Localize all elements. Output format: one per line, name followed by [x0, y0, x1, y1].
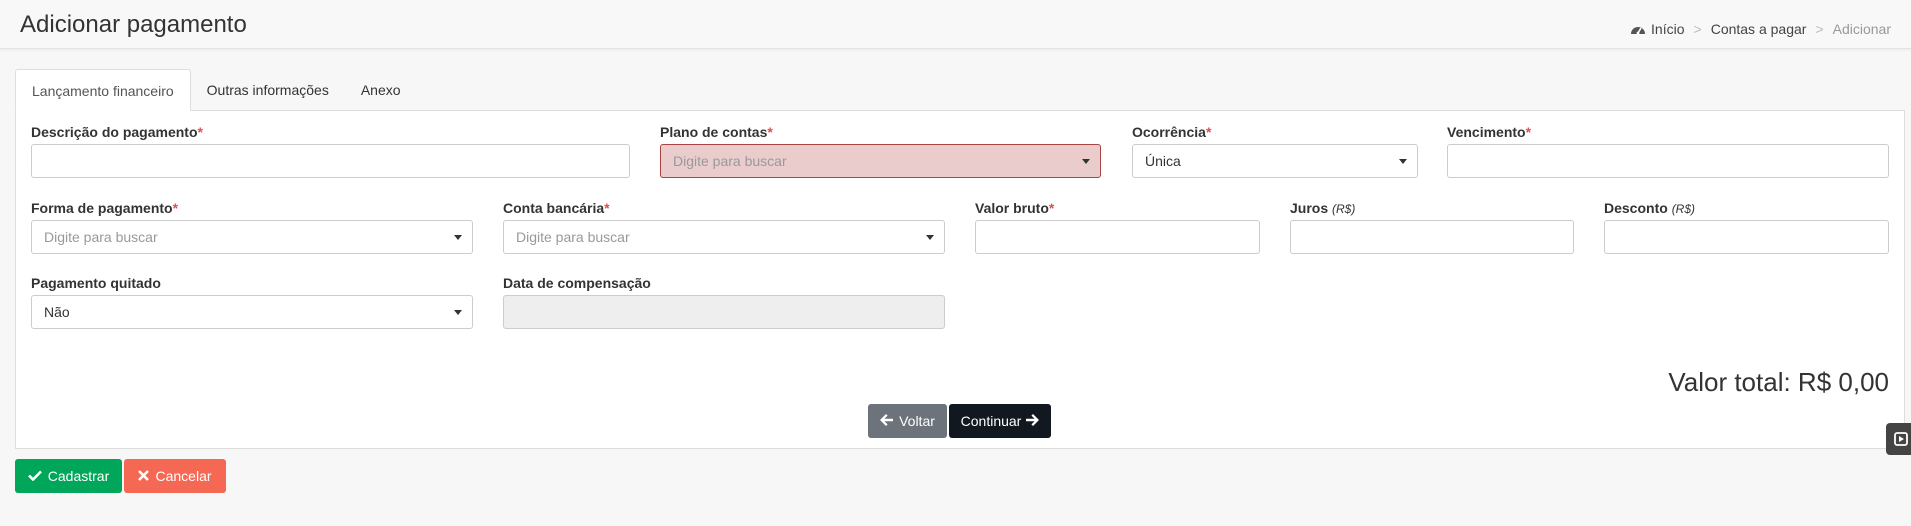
quitado-value: Não — [44, 304, 70, 320]
chevron-down-icon — [1399, 159, 1407, 164]
valor-bruto-group: Valor bruto* — [975, 199, 1260, 254]
form-tabs: Lançamento financeiro Outras informações… — [15, 69, 417, 111]
plano-placeholder: Digite para buscar — [673, 153, 787, 169]
descricao-label: Descrição do pagamento* — [31, 124, 203, 140]
descricao-group: Descrição do pagamento* — [31, 123, 630, 178]
vencimento-input[interactable] — [1447, 144, 1889, 178]
breadcrumb-separator: > — [1693, 21, 1702, 37]
vencimento-group: Vencimento* — [1447, 123, 1889, 178]
breadcrumb-current: Adicionar — [1832, 21, 1891, 37]
conta-group: Conta bancária* Digite para buscar — [503, 199, 945, 254]
voltar-button[interactable]: Voltar — [868, 404, 947, 438]
quitado-group: Pagamento quitado Não — [31, 274, 473, 329]
vencimento-label: Vencimento* — [1447, 124, 1532, 140]
quitado-label: Pagamento quitado — [31, 275, 161, 291]
chevron-down-icon — [926, 235, 934, 240]
conta-placeholder: Digite para buscar — [516, 229, 630, 245]
chevron-down-icon — [1082, 159, 1090, 164]
cancelar-button[interactable]: Cancelar — [124, 459, 226, 493]
forma-de-pagamento-select[interactable]: Digite para buscar — [31, 220, 473, 254]
desconto-label: Desconto (R$) — [1604, 200, 1696, 216]
valor-bruto-label: Valor bruto* — [975, 200, 1055, 216]
page-header: Adicionar pagamento Início > Contas a pa… — [0, 0, 1911, 49]
plano-label: Plano de contas* — [660, 124, 773, 140]
breadcrumb-separator: > — [1815, 21, 1824, 37]
compensacao-group: Data de compensação — [503, 274, 945, 329]
tab-outras-informacoes[interactable]: Outras informações — [191, 69, 345, 111]
breadcrumb: Início > Contas a pagar > Adicionar — [1630, 21, 1891, 37]
pagamento-quitado-select[interactable]: Não — [31, 295, 473, 329]
ocorrencia-value: Única — [1145, 153, 1181, 169]
play-square-icon — [1894, 432, 1908, 446]
cadastrar-label: Cadastrar — [47, 468, 110, 484]
conta-label: Conta bancária* — [503, 200, 610, 216]
data-compensacao-input — [503, 295, 945, 329]
valor-bruto-input[interactable] — [975, 220, 1260, 254]
cadastrar-button[interactable]: Cadastrar — [15, 459, 122, 493]
forma-label: Forma de pagamento* — [31, 200, 179, 216]
dashboard-icon — [1631, 27, 1646, 35]
page-title: Adicionar pagamento — [20, 11, 247, 38]
ocorrencia-label: Ocorrência* — [1132, 124, 1212, 140]
plano-group: Plano de contas* Digite para buscar — [660, 123, 1101, 178]
breadcrumb-home-link[interactable]: Início — [1651, 21, 1684, 37]
ocorrencia-select[interactable]: Única — [1132, 144, 1418, 178]
check-icon — [27, 468, 42, 484]
chevron-down-icon — [454, 310, 462, 315]
chevron-down-icon — [454, 235, 462, 240]
side-panel-toggle[interactable] — [1886, 423, 1911, 455]
forma-placeholder: Digite para buscar — [44, 229, 158, 245]
tab-anexo[interactable]: Anexo — [345, 69, 417, 111]
continuar-button[interactable]: Continuar — [949, 404, 1051, 438]
valor-total: Valor total: R$ 0,00 — [1668, 367, 1889, 397]
compensacao-label: Data de compensação — [503, 275, 651, 291]
voltar-label: Voltar — [899, 413, 935, 429]
desconto-input[interactable] — [1604, 220, 1889, 254]
conta-bancaria-select[interactable]: Digite para buscar — [503, 220, 945, 254]
forma-group: Forma de pagamento* Digite para buscar — [31, 199, 473, 254]
continuar-label: Continuar — [960, 413, 1022, 429]
close-icon — [138, 468, 150, 484]
form-panel: Descrição do pagamento* Plano de contas*… — [15, 110, 1905, 449]
cancelar-label: Cancelar — [155, 468, 212, 484]
breadcrumb-contas-link[interactable]: Contas a pagar — [1711, 21, 1807, 37]
plano-de-contas-select[interactable]: Digite para buscar — [660, 144, 1101, 178]
juros-input[interactable] — [1290, 220, 1574, 254]
juros-label: Juros (R$) — [1290, 200, 1356, 216]
juros-group: Juros (R$) — [1290, 199, 1574, 254]
tab-lancamento-financeiro[interactable]: Lançamento financeiro — [15, 69, 191, 111]
desconto-group: Desconto (R$) — [1604, 199, 1889, 254]
arrow-right-icon — [1026, 413, 1040, 429]
descricao-input[interactable] — [31, 144, 630, 178]
ocorrencia-group: Ocorrência* Única — [1132, 123, 1418, 178]
arrow-left-icon — [880, 413, 894, 429]
